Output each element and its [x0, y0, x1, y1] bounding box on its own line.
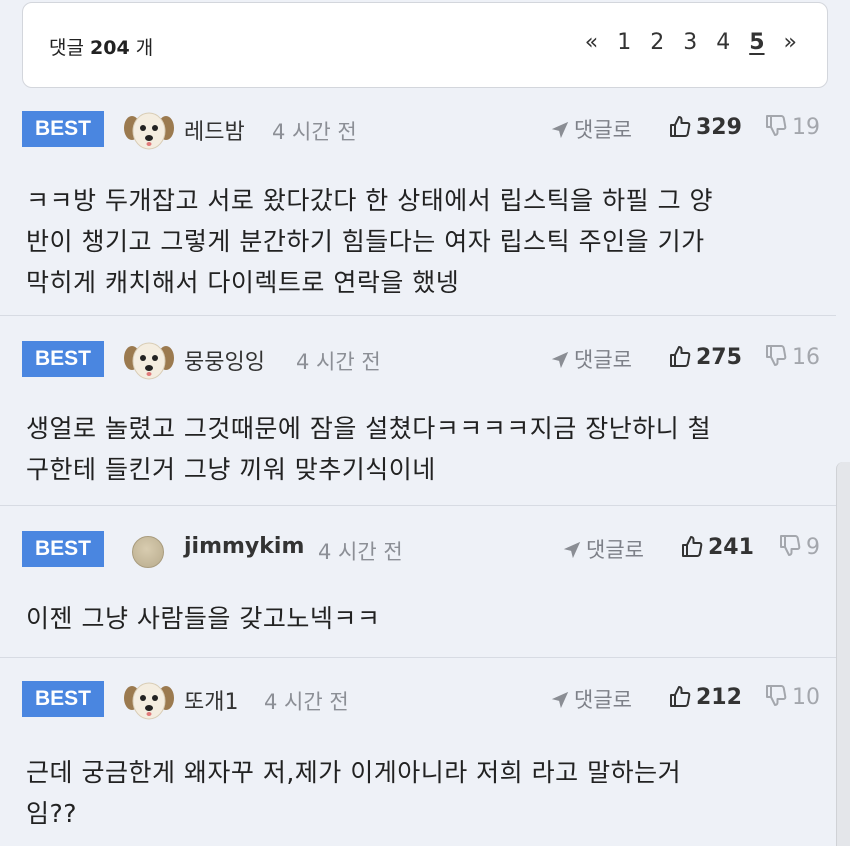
best-badge: BEST	[22, 531, 104, 567]
pagination-prev[interactable]: «	[585, 30, 598, 55]
comment-line: 임??	[26, 799, 78, 828]
thumbs-down-icon	[764, 344, 788, 368]
reply-arrow-icon	[562, 540, 582, 560]
comment-body: ㅋㅋ방 두개잡고 서로 왔다갔다 한 상태에서 립스틱을 하필 그 양 반이 챙…	[26, 180, 816, 303]
comment-body: 생얼로 놀렸고 그것때문에 잠을 설쳤다ㅋㅋㅋㅋ지금 장난하니 철 구한테 들킨…	[26, 408, 816, 490]
pagination-next[interactable]: »	[784, 30, 797, 55]
dislike-count: 19	[792, 115, 820, 140]
puppy-avatar-icon[interactable]	[124, 108, 174, 152]
reply-label: 댓글로	[586, 538, 644, 562]
thumbs-up-icon	[668, 114, 692, 138]
dislike-button[interactable]: 9	[778, 534, 820, 560]
comment-nickname[interactable]: 레드밤	[184, 114, 245, 146]
thumbs-up-icon	[668, 684, 692, 708]
pagination-page-2[interactable]: 2	[650, 30, 664, 55]
reply-arrow-icon	[550, 690, 570, 710]
comment-header: 댓글 204 개 « 1 2 3 4 5 »	[22, 2, 828, 88]
like-button[interactable]: 275	[668, 344, 742, 370]
comment-line: 생얼로 놀렸고 그것때문에 잠을 설쳤다ㅋㅋㅋㅋ지금 장난하니 철	[26, 414, 712, 443]
puppy-avatar-icon[interactable]	[124, 338, 174, 382]
pagination-page-3[interactable]: 3	[683, 30, 697, 55]
comment-time: 4 시간 전	[272, 120, 357, 144]
user-avatar-icon[interactable]	[132, 536, 164, 568]
comment-item: BEST jimmykim 4 시간 전 댓글로 241 9 이젠 그냥 사람들…	[0, 506, 836, 658]
comment-line: 반이 챙기고 그렇게 분간하기 힘들다는 여자 립스틱 주인을 기가	[26, 227, 705, 256]
comment-count: 댓글 204 개	[49, 33, 153, 60]
pagination-page-current[interactable]: 5	[749, 30, 764, 55]
dislike-button[interactable]: 10	[764, 684, 820, 710]
comment-item: BEST 또개1 4 시간 전 댓글로 212 10 근데 궁금한게 왜자꾸 저…	[0, 658, 836, 846]
dislike-button[interactable]: 19	[764, 114, 820, 140]
comment-body: 근데 궁금한게 왜자꾸 저,제가 이게아니라 저희 라고 말하는거 임??	[26, 752, 816, 834]
like-button[interactable]: 329	[668, 114, 742, 140]
thumbs-down-icon	[764, 114, 788, 138]
dislike-button[interactable]: 16	[764, 344, 820, 370]
comment-meta: BEST 또개1 4 시간 전 댓글로 212 10	[0, 678, 836, 718]
puppy-avatar-icon[interactable]	[124, 678, 174, 722]
page-scrollbar[interactable]	[836, 462, 850, 846]
thumbs-down-icon	[764, 684, 788, 708]
like-count: 275	[696, 345, 742, 370]
comment-line: 막히게 캐치해서 다이렉트로 연락을 했넹	[26, 268, 460, 297]
best-badge: BEST	[22, 341, 104, 377]
comment-count-unit: 개	[135, 37, 154, 59]
thumbs-up-icon	[680, 534, 704, 558]
comment-item: BEST 뭉뭉잉잉 4 시간 전 댓글로 275 16 생얼로 놀렸고 그것때문…	[0, 316, 836, 506]
reply-button[interactable]: 댓글로	[550, 114, 632, 144]
reply-label: 댓글로	[574, 348, 632, 372]
reply-button[interactable]: 댓글로	[550, 344, 632, 374]
like-count: 241	[708, 535, 754, 560]
comment-meta: BEST 레드밤 4 시간 전 댓글로 329 19	[0, 108, 836, 148]
reply-button[interactable]: 댓글로	[550, 684, 632, 714]
like-count: 212	[696, 685, 742, 710]
reply-label: 댓글로	[574, 118, 632, 142]
comment-time: 4 시간 전	[264, 690, 349, 714]
comment-nickname[interactable]: 또개1	[184, 684, 238, 716]
comment-time: 4 시간 전	[296, 350, 381, 374]
like-button[interactable]: 241	[680, 534, 754, 560]
reply-button[interactable]: 댓글로	[562, 534, 644, 564]
comment-item: BEST 레드밤 4 시간 전 댓글로 329 19 ㅋㅋ방 두개잡고 서로 왔…	[0, 90, 836, 316]
dislike-count: 16	[792, 345, 820, 370]
comment-line: 근데 궁금한게 왜자꾸 저,제가 이게아니라 저희 라고 말하는거	[26, 758, 682, 787]
reply-label: 댓글로	[574, 688, 632, 712]
dislike-count: 10	[792, 685, 820, 710]
comment-body: 이젠 그냥 사람들을 갖고노넥ㅋㅋ	[26, 598, 816, 639]
comment-line: 이젠 그냥 사람들을 갖고노넥ㅋㅋ	[26, 604, 381, 633]
comment-line: ㅋㅋ방 두개잡고 서로 왔다갔다 한 상태에서 립스틱을 하필 그 양	[26, 186, 714, 215]
like-count: 329	[696, 115, 742, 140]
reply-arrow-icon	[550, 120, 570, 140]
pagination: « 1 2 3 4 5 »	[573, 30, 797, 55]
comment-nickname[interactable]: jimmykim	[184, 534, 304, 559]
like-button[interactable]: 212	[668, 684, 742, 710]
best-badge: BEST	[22, 111, 104, 147]
thumbs-up-icon	[668, 344, 692, 368]
comment-nickname[interactable]: 뭉뭉잉잉	[184, 344, 265, 376]
thumbs-down-icon	[778, 534, 802, 558]
dislike-count: 9	[806, 535, 820, 560]
comment-meta: BEST jimmykim 4 시간 전 댓글로 241 9	[0, 528, 836, 568]
comment-line: 구한테 들킨거 그냥 끼워 맞추기식이네	[26, 455, 436, 484]
comment-count-value: 204	[90, 37, 130, 59]
comment-time: 4 시간 전	[318, 540, 403, 564]
reply-arrow-icon	[550, 350, 570, 370]
comment-count-label: 댓글	[49, 37, 84, 59]
pagination-page-1[interactable]: 1	[617, 30, 631, 55]
comment-meta: BEST 뭉뭉잉잉 4 시간 전 댓글로 275 16	[0, 338, 836, 378]
pagination-page-4[interactable]: 4	[716, 30, 730, 55]
best-badge: BEST	[22, 681, 104, 717]
